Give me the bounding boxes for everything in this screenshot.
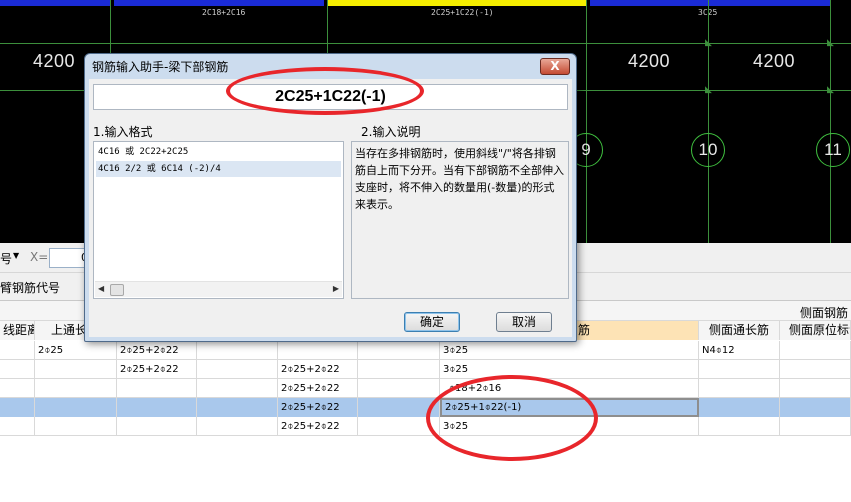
table-cell[interactable]: 2⌽25+2⌽22 bbox=[278, 379, 358, 398]
table-row[interactable]: 2⌽25+2⌽22 ⌽18+2⌽16 bbox=[0, 379, 851, 398]
close-icon: X bbox=[550, 59, 560, 73]
dimension-tick: ◣ bbox=[705, 85, 712, 95]
chevron-down-icon[interactable]: ▼ bbox=[13, 251, 19, 260]
format-item-selected[interactable]: 4C16 2/2 或 6C14 (-2)/4 bbox=[96, 161, 341, 177]
dialog-body: 2C25+1C22(-1) 1.输入格式 2.输入说明 4C16 或 2C22+… bbox=[89, 79, 572, 337]
table-cell[interactable] bbox=[0, 417, 35, 436]
table-cell[interactable] bbox=[197, 379, 278, 398]
column-header[interactable]: 侧面原位标注 bbox=[780, 321, 851, 340]
scroll-left-icon[interactable]: ◀ bbox=[98, 284, 104, 293]
grid-line bbox=[708, 0, 709, 243]
dropdown-value: 号 bbox=[0, 252, 13, 266]
dialog-title: 钢筋输入助手-梁下部钢筋 bbox=[92, 60, 229, 74]
table-cell[interactable] bbox=[0, 379, 35, 398]
table-cell[interactable] bbox=[699, 379, 780, 398]
format-item[interactable]: 4C16 或 2C22+2C25 bbox=[96, 144, 341, 160]
table-cell[interactable]: N4⌽12 bbox=[699, 341, 780, 360]
selected-beam-line bbox=[328, 0, 586, 6]
beam-annotation: 2C25+1C22(-1) bbox=[431, 8, 494, 17]
table-cell[interactable] bbox=[0, 360, 35, 379]
table-cell[interactable] bbox=[35, 360, 117, 379]
beam-annotation: 2C18+2C16 bbox=[202, 8, 246, 17]
table-cell[interactable]: 2⌽25+2⌽22 bbox=[278, 398, 358, 417]
bottom-rebar-edit-cell[interactable]: 2⌽25+1⌽22(-1) bbox=[440, 398, 699, 417]
table-cell[interactable] bbox=[699, 398, 780, 417]
column-header[interactable]: 线距离 bbox=[0, 321, 35, 340]
cantilever-rebar-code-button[interactable]: 臂钢筋代号 bbox=[0, 279, 60, 296]
table-cell[interactable] bbox=[117, 379, 197, 398]
ok-button[interactable]: 确定 bbox=[404, 312, 460, 332]
table-cell[interactable] bbox=[0, 341, 35, 360]
table-cell[interactable]: 2⌽25+2⌽22 bbox=[117, 360, 197, 379]
close-button[interactable]: X bbox=[540, 58, 570, 75]
dimension-tick: ◣ bbox=[827, 38, 834, 48]
table-row[interactable]: 2⌽25+2⌽22 3⌽25 bbox=[0, 417, 851, 436]
table-cell[interactable] bbox=[780, 398, 851, 417]
table-cell[interactable]: 2⌽25+2⌽22 bbox=[278, 417, 358, 436]
table-cell[interactable] bbox=[117, 398, 197, 417]
grid-line bbox=[0, 43, 851, 44]
table-row-selected[interactable]: 2⌽25+2⌽22 2⌽25+1⌽22(-1) bbox=[0, 398, 851, 417]
table-cell[interactable] bbox=[117, 417, 197, 436]
table-cell[interactable] bbox=[197, 417, 278, 436]
beam-line bbox=[590, 0, 830, 6]
input-description-label: 2.输入说明 bbox=[361, 125, 421, 139]
table-cell[interactable]: 3⌽25 bbox=[440, 341, 699, 360]
rebar-input-assistant-dialog[interactable]: 钢筋输入助手-梁下部钢筋 X 2C25+1C22(-1) 1.输入格式 2.输入… bbox=[84, 53, 577, 342]
table-cell[interactable] bbox=[358, 360, 440, 379]
table-cell[interactable] bbox=[358, 398, 440, 417]
table-row[interactable]: 2⌽25 2⌽25+2⌽22 3⌽25 N4⌽12 bbox=[0, 341, 851, 360]
table-cell[interactable] bbox=[780, 360, 851, 379]
table-cell[interactable] bbox=[780, 379, 851, 398]
table-cell[interactable] bbox=[699, 360, 780, 379]
table-cell[interactable] bbox=[197, 398, 278, 417]
scrollbar-thumb[interactable] bbox=[110, 284, 124, 296]
table-cell[interactable] bbox=[197, 360, 278, 379]
table-cell[interactable]: ⌽18+2⌽16 bbox=[440, 379, 699, 398]
table-cell[interactable] bbox=[278, 341, 358, 360]
cancel-button[interactable]: 取消 bbox=[496, 312, 552, 332]
horizontal-scrollbar[interactable]: ◀ ▶ bbox=[95, 281, 342, 297]
table-row[interactable]: 2⌽25+2⌽22 2⌽25+2⌽22 3⌽25 bbox=[0, 360, 851, 379]
table-cell[interactable]: 2⌽25+2⌽22 bbox=[278, 360, 358, 379]
table-cell[interactable] bbox=[35, 379, 117, 398]
column-group-header: 侧面钢筋 bbox=[800, 306, 849, 320]
grid-line bbox=[830, 0, 831, 243]
table-cell[interactable] bbox=[35, 417, 117, 436]
input-format-label: 1.输入格式 bbox=[93, 125, 153, 139]
table-cell[interactable] bbox=[358, 341, 440, 360]
dimension-text: 4200 bbox=[753, 51, 796, 71]
table-cell[interactable] bbox=[780, 417, 851, 436]
table-cell[interactable] bbox=[0, 398, 35, 417]
table-cell[interactable] bbox=[699, 417, 780, 436]
table-cell[interactable] bbox=[780, 341, 851, 360]
table-cell[interactable] bbox=[35, 398, 117, 417]
beam-line bbox=[0, 0, 110, 6]
dimension-text: 4200 bbox=[33, 51, 76, 71]
table-cell[interactable]: 3⌽25 bbox=[440, 417, 699, 436]
rebar-value-input[interactable]: 2C25+1C22(-1) bbox=[93, 84, 568, 110]
x-coordinate-input[interactable]: 0 bbox=[49, 248, 89, 268]
beam-line bbox=[114, 0, 324, 6]
axis-number-circle: 10 bbox=[691, 133, 725, 167]
table-cell[interactable]: 3⌽25 bbox=[440, 360, 699, 379]
dimension-tick: ◣ bbox=[827, 85, 834, 95]
column-header[interactable]: 侧面通长筋 bbox=[699, 321, 780, 340]
dimension-tick: ◣ bbox=[705, 38, 712, 48]
scroll-right-icon[interactable]: ▶ bbox=[333, 284, 339, 293]
table-cell[interactable] bbox=[358, 379, 440, 398]
table-cell[interactable] bbox=[197, 341, 278, 360]
input-description-text: 当存在多排钢筋时，使用斜线"/"将各排钢筋自上而下分开。当有下部钢筋不全部伸入支… bbox=[351, 141, 569, 299]
grid-line bbox=[586, 0, 587, 243]
table-cell[interactable]: 2⌽25+2⌽22 bbox=[117, 341, 197, 360]
table-cell[interactable]: 2⌽25 bbox=[35, 341, 117, 360]
axis-number-circle: 11 bbox=[816, 133, 850, 167]
x-coordinate-label: X= bbox=[30, 250, 49, 264]
input-format-list[interactable]: 4C16 或 2C22+2C25 4C16 2/2 或 6C14 (-2)/4 … bbox=[93, 141, 344, 299]
dimension-text: 4200 bbox=[628, 51, 671, 71]
table-cell[interactable] bbox=[358, 417, 440, 436]
